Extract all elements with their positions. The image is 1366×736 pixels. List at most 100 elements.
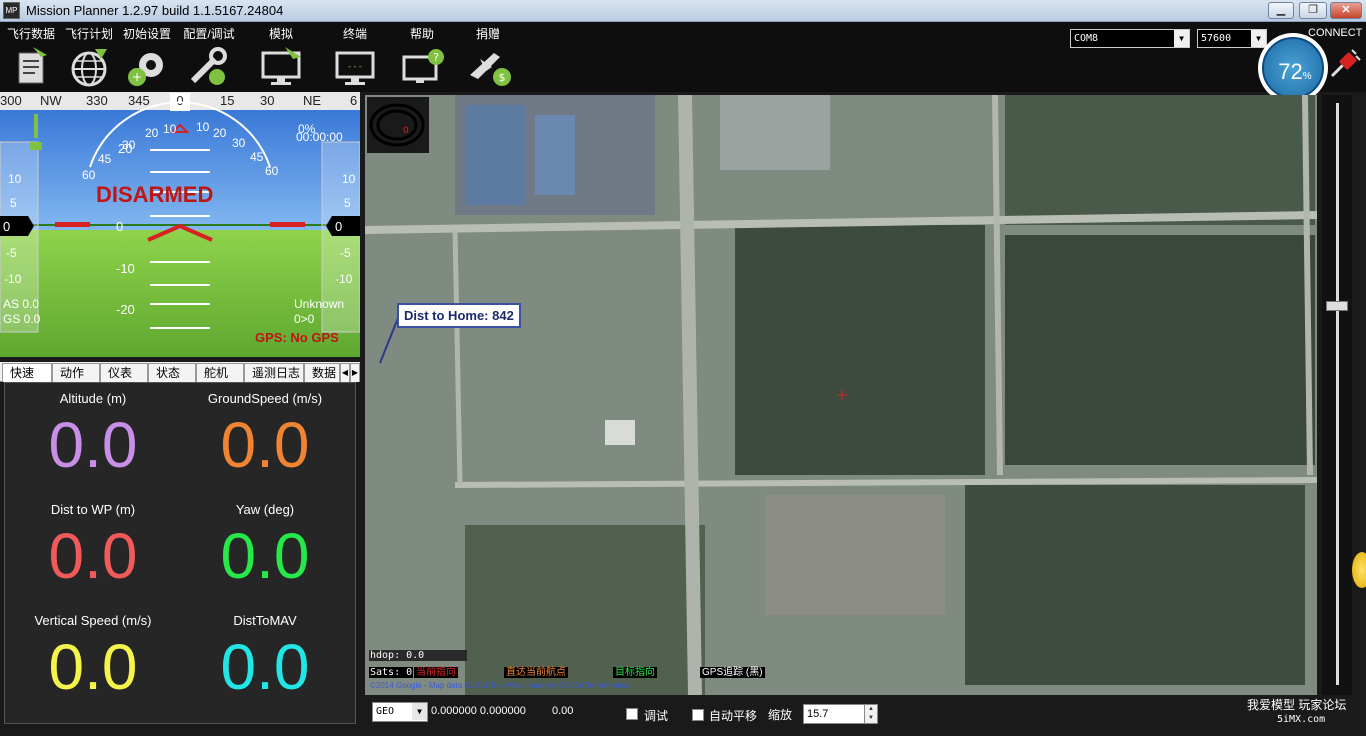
zoom-slider-thumb[interactable] [1326, 301, 1348, 311]
hud-timer: 00:00:00 [296, 130, 343, 144]
roll-label: 60 [265, 164, 279, 178]
close-icon[interactable]: ✕ [1330, 2, 1362, 19]
metric-vertical-speed: Vertical Speed (m/s) 0.0 [5, 613, 181, 700]
metric-dist-to-mav: DistToMAV 0.0 [177, 613, 353, 700]
battery-gauge-readout: 72% [1264, 59, 1326, 85]
hud-wp-distance: 0>0 [294, 312, 315, 326]
metric-value: 0.0 [48, 631, 138, 703]
hud-gps-status: GPS: No GPS [255, 330, 339, 345]
side-handle-icon[interactable] [1352, 552, 1366, 588]
pitch-label: 0 [116, 219, 124, 234]
data-tabs: 快速 动作 仪表 状态 舵机 遥测日志 数据 ◀ ▶ [0, 362, 360, 382]
menu-flight-plan[interactable]: 飞行计划 [58, 22, 120, 92]
chevron-down-icon: ▼ [1251, 30, 1266, 47]
menu-initial-setup-label: 初始设置 [122, 27, 171, 41]
speed-tape-label: 5 [10, 196, 17, 210]
cursor-altitude: 0.00 [552, 705, 574, 717]
hud-flight-mode: Unknown [294, 297, 345, 311]
connect-label: CONNECT [1308, 27, 1363, 39]
menu-flight-data-label: 飞行数据 [6, 27, 55, 41]
tab-actions[interactable]: 动作 [52, 363, 100, 382]
menu-simulation[interactable]: 模拟 [250, 22, 312, 92]
zoom-slider[interactable] [1322, 95, 1352, 695]
roll-label: 10 [196, 120, 210, 134]
menu-help[interactable]: 帮助 ? [391, 22, 453, 92]
svg-text:$: $ [499, 71, 506, 84]
donate-icon: $ [470, 53, 511, 86]
chevron-down-icon: ▼ [1174, 30, 1189, 47]
maximize-icon[interactable]: ❐ [1299, 2, 1327, 19]
port-select-value: COM8 [1074, 33, 1099, 44]
cursor-coordinates: 0.000000 0.000000 [431, 705, 526, 717]
tab-scroll-right-icon[interactable]: ▶ [350, 363, 360, 382]
hud-panel[interactable]: 300 NW 330 345 0 15 30 NE 6 30 20 10 10 … [0, 92, 360, 357]
battery-gauge-dial: 72% [1262, 37, 1324, 99]
target-heading-button[interactable]: 目标指向 [613, 667, 657, 678]
speed-tape-current: 0 [3, 219, 11, 234]
flight-plan-icon [71, 49, 107, 87]
zoom-stepper[interactable]: ▲ ▼ [864, 704, 878, 724]
menu-flight-data[interactable]: 飞行数据 [0, 22, 62, 92]
tab-data[interactable]: 数据 [304, 363, 340, 382]
port-select[interactable]: COM8 ▼ [1070, 29, 1190, 48]
metric-label: DistToMAV [233, 613, 297, 628]
tab-scroll-left-icon[interactable]: ◀ [340, 363, 350, 382]
menu-help-label: 帮助 [409, 27, 434, 41]
terminal-icon: --- [335, 51, 375, 85]
coord-system-select[interactable]: GEO ▼ [372, 702, 428, 722]
arm-status: DISARMED [96, 182, 214, 207]
metric-groundspeed: GroundSpeed (m/s) 0.0 [177, 391, 353, 478]
menu-initial-setup[interactable]: 初始设置 + [116, 22, 178, 92]
hdop-readout: hdop: 0.0 [369, 650, 467, 661]
fly-heading-button[interactable]: 当前指向 [414, 667, 458, 678]
metric-value: 0.0 [48, 520, 138, 592]
debug-checkbox[interactable] [626, 708, 638, 720]
coord-system-value: GEO [376, 706, 395, 717]
tab-servo[interactable]: 舵机 [196, 363, 244, 382]
metric-value: 0.0 [220, 409, 310, 481]
gps-track-button[interactable]: GPS追踪 (黑) [700, 667, 765, 678]
zoom-input[interactable]: 15.7 [803, 704, 865, 724]
metric-label: Yaw (deg) [235, 502, 295, 517]
minimize-icon[interactable]: ▁ [1268, 2, 1294, 19]
menu-flight-plan-label: 飞行计划 [64, 27, 113, 41]
tab-gauges[interactable]: 仪表 [100, 363, 148, 382]
alt-tape-label: 5 [344, 196, 351, 210]
metric-dist-to-wp: Dist to WP (m) 0.0 [5, 502, 181, 589]
tab-quick[interactable]: 快速 [2, 363, 52, 382]
tab-telemetry-logs[interactable]: 遥测日志 [244, 363, 304, 382]
speed-tape-label: 10 [8, 172, 22, 186]
svg-text:---: --- [347, 62, 363, 72]
map-imagery [365, 95, 1317, 695]
simulation-icon [261, 47, 301, 85]
hud-groundspeed: GS 0.0 [3, 312, 41, 326]
battery-gauge-value: 72 [1278, 59, 1303, 84]
metric-value: 0.0 [220, 631, 310, 703]
mini-compass-value: 0 [403, 126, 409, 136]
menu-config-tuning-label: 配置/调试 [183, 27, 235, 41]
fly-to-wp-button[interactable]: 直达当前航点 [504, 667, 568, 678]
menu-config-tuning[interactable]: 配置/调试 [178, 22, 240, 92]
metric-label: Vertical Speed (m/s) [34, 613, 152, 628]
battery-gauge: 72% [1258, 33, 1328, 103]
satellite-map[interactable]: 0 [365, 95, 1317, 695]
main-toolbar: 飞行数据 飞行计划 初始设置 + 配置/调试 模拟 终端 --- 帮助 ? 捐赠… [0, 22, 1366, 92]
tab-status[interactable]: 状态 [148, 363, 196, 382]
baud-select[interactable]: 57600 ▼ [1197, 29, 1267, 48]
hud-airspeed: AS 0.0 [3, 297, 40, 311]
baud-select-value: 57600 [1201, 33, 1232, 44]
pitch-label: 20 [118, 141, 133, 156]
window-title: Mission Planner 1.2.97 build 1.1.5167.24… [26, 3, 284, 18]
menu-terminal[interactable]: 终端 --- [324, 22, 386, 92]
app-logo-icon: MP [3, 2, 20, 19]
connect-plug-icon[interactable] [1328, 46, 1362, 80]
speed-tape-label: -5 [6, 246, 17, 260]
mission-planner-window: MP Mission Planner 1.2.97 build 1.1.5167… [0, 0, 1366, 736]
debug-label: 调试 [644, 709, 669, 723]
alt-tape-current: 0 [335, 219, 343, 234]
watermark-brand: 我爱模型 玩家论坛 [1247, 698, 1347, 712]
initial-setup-icon: + [128, 53, 163, 86]
roll-label: 20 [145, 126, 159, 140]
menu-donate[interactable]: 捐赠 $ [457, 22, 519, 92]
autopan-checkbox[interactable] [692, 709, 704, 721]
